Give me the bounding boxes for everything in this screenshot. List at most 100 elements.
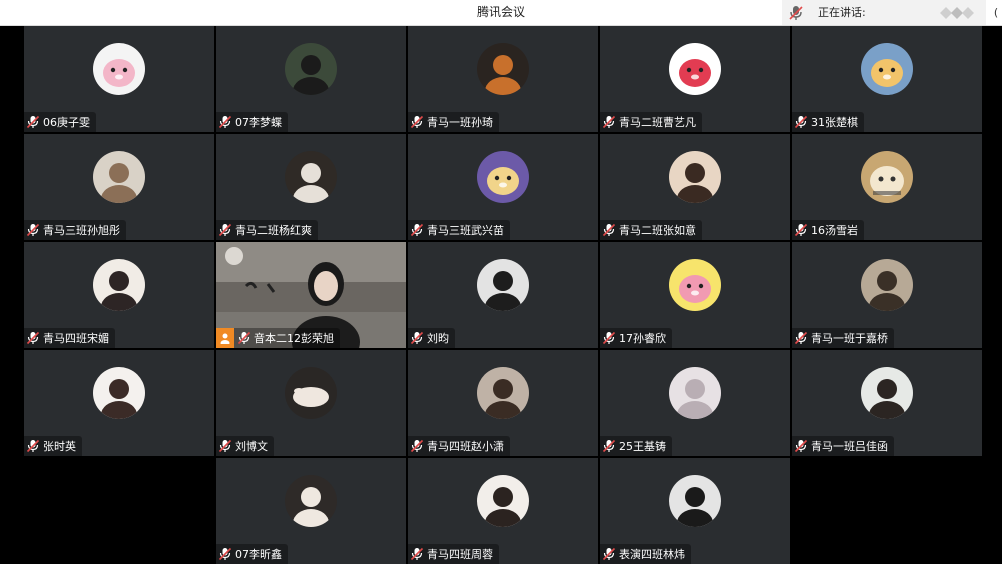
participant-avatar bbox=[477, 367, 529, 419]
participant-avatar bbox=[93, 367, 145, 419]
participant-avatar bbox=[477, 259, 529, 311]
participant-nameplate: 06庚子雯 bbox=[24, 112, 96, 132]
participant-tile[interactable]: 青马四班周蓉 bbox=[408, 458, 598, 564]
muted-mic-icon bbox=[237, 331, 251, 345]
participant-name: 青马四班周蓉 bbox=[427, 548, 493, 561]
host-badge-icon bbox=[216, 328, 234, 348]
muted-mic-icon bbox=[794, 439, 808, 453]
muted-mic-icon bbox=[794, 331, 808, 345]
participant-tile[interactable]: 青马二班曹艺凡 bbox=[600, 26, 790, 132]
participant-tile[interactable]: 16汤雪岩 bbox=[792, 134, 982, 240]
participant-nameplate: 青马四班宋媚 bbox=[24, 328, 115, 348]
muted-mic-icon bbox=[218, 547, 232, 561]
participant-nameplate: 表演四班林炜 bbox=[600, 544, 691, 564]
participant-nameplate: 25王基铸 bbox=[600, 436, 672, 456]
participant-nameplate: 青马二班张如意 bbox=[600, 220, 702, 240]
participant-avatar bbox=[669, 259, 721, 311]
participant-name: 31张楚棋 bbox=[811, 116, 858, 129]
participant-tile[interactable]: 青马三班武兴苗 bbox=[408, 134, 598, 240]
participant-nameplate: 青马一班于嘉桥 bbox=[792, 328, 894, 348]
muted-mic-icon bbox=[218, 223, 232, 237]
participant-avatar bbox=[669, 43, 721, 95]
title-bar: 腾讯会议 正在讲话: ( bbox=[0, 0, 1002, 26]
muted-mic-icon bbox=[218, 115, 232, 129]
participant-name: 青马四班赵小潇 bbox=[427, 440, 504, 453]
participant-tile[interactable]: 31张楚棋 bbox=[792, 26, 982, 132]
participant-tile[interactable]: 青马一班于嘉桥 bbox=[792, 242, 982, 348]
muted-mic-icon bbox=[794, 115, 808, 129]
participant-name: 刘昀 bbox=[427, 332, 449, 345]
participant-tile[interactable]: 青马四班宋媚 bbox=[24, 242, 214, 348]
participant-name: 青马一班孙琦 bbox=[427, 116, 493, 129]
participant-tile[interactable]: 张时英 bbox=[24, 350, 214, 456]
participant-nameplate: 青马四班周蓉 bbox=[408, 544, 499, 564]
muted-mic-icon bbox=[26, 331, 40, 345]
participant-tile[interactable]: 青马一班孙琦 bbox=[408, 26, 598, 132]
participant-avatar bbox=[861, 43, 913, 95]
participant-nameplate: 07李梦蝶 bbox=[216, 112, 288, 132]
participant-nameplate: 青马一班吕佳函 bbox=[792, 436, 894, 456]
participant-avatar bbox=[285, 367, 337, 419]
participant-avatar bbox=[669, 475, 721, 527]
participant-nameplate: 16汤雪岩 bbox=[792, 220, 864, 240]
muted-mic-icon bbox=[410, 439, 424, 453]
participant-avatar bbox=[669, 151, 721, 203]
participant-tile[interactable]: 青马二班杨红爽 bbox=[216, 134, 406, 240]
participant-tile[interactable]: 青马四班赵小潇 bbox=[408, 350, 598, 456]
participant-name: 青马三班武兴苗 bbox=[427, 224, 504, 237]
participant-tile[interactable]: 青马三班孙旭彤 bbox=[24, 134, 214, 240]
participant-nameplate: 31张楚棋 bbox=[792, 112, 864, 132]
participant-tile[interactable]: 刘博文 bbox=[216, 350, 406, 456]
participant-tile[interactable]: 青马一班吕佳函 bbox=[792, 350, 982, 456]
muted-mic-icon bbox=[602, 331, 616, 345]
muted-mic-icon bbox=[602, 439, 616, 453]
participant-tile[interactable]: 刘昀 bbox=[408, 242, 598, 348]
participant-nameplate: 17孙睿欣 bbox=[600, 328, 672, 348]
muted-mic-icon bbox=[602, 115, 616, 129]
participant-avatar bbox=[861, 367, 913, 419]
participant-nameplate: 张时英 bbox=[24, 436, 82, 456]
participant-nameplate: 青马二班曹艺凡 bbox=[600, 112, 702, 132]
speaking-indicator: 正在讲话: bbox=[782, 0, 986, 25]
muted-mic-icon bbox=[794, 223, 808, 237]
participant-tile[interactable]: 青马二班张如意 bbox=[600, 134, 790, 240]
muted-mic-icon bbox=[410, 115, 424, 129]
participant-avatar bbox=[285, 475, 337, 527]
participant-avatar bbox=[861, 259, 913, 311]
participant-name: 音本二12彭荣旭 bbox=[254, 332, 334, 345]
participant-avatar bbox=[285, 151, 337, 203]
participant-avatar bbox=[669, 367, 721, 419]
participant-tile[interactable]: 07李梦蝶 bbox=[216, 26, 406, 132]
participant-tile[interactable]: 25王基铸 bbox=[600, 350, 790, 456]
participant-tile[interactable]: 17孙睿欣 bbox=[600, 242, 790, 348]
window-control[interactable]: ( bbox=[990, 0, 1002, 25]
muted-mic-icon bbox=[410, 331, 424, 345]
participant-avatar bbox=[93, 151, 145, 203]
muted-mic-icon bbox=[218, 439, 232, 453]
participant-name: 07李昕鑫 bbox=[235, 548, 282, 561]
participant-avatar bbox=[285, 43, 337, 95]
participant-name: 青马三班孙旭彤 bbox=[43, 224, 120, 237]
muted-mic-icon bbox=[602, 547, 616, 561]
participant-tile[interactable]: 表演四班林炜 bbox=[600, 458, 790, 564]
participant-name: 青马一班于嘉桥 bbox=[811, 332, 888, 345]
participant-nameplate: 青马四班赵小潇 bbox=[408, 436, 510, 456]
participant-nameplate: 青马三班武兴苗 bbox=[408, 220, 510, 240]
participant-tile[interactable]: 音本二12彭荣旭 bbox=[216, 242, 406, 348]
participant-name: 17孙睿欣 bbox=[619, 332, 666, 345]
speaking-label: 正在讲话: bbox=[818, 6, 866, 19]
muted-mic-icon bbox=[410, 547, 424, 561]
participant-name: 06庚子雯 bbox=[43, 116, 90, 129]
participant-avatar bbox=[861, 151, 913, 203]
speaking-avatars bbox=[940, 7, 974, 19]
participant-name: 刘博文 bbox=[235, 440, 268, 453]
participant-tile[interactable]: 07李昕鑫 bbox=[216, 458, 406, 564]
participant-name: 07李梦蝶 bbox=[235, 116, 282, 129]
participant-nameplate: 刘博文 bbox=[216, 436, 274, 456]
participant-nameplate: 刘昀 bbox=[408, 328, 455, 348]
participant-name: 青马二班张如意 bbox=[619, 224, 696, 237]
participant-tile[interactable]: 06庚子雯 bbox=[24, 26, 214, 132]
muted-mic-icon bbox=[26, 439, 40, 453]
speaking-mic-icon bbox=[789, 6, 803, 20]
participant-name: 青马二班曹艺凡 bbox=[619, 116, 696, 129]
